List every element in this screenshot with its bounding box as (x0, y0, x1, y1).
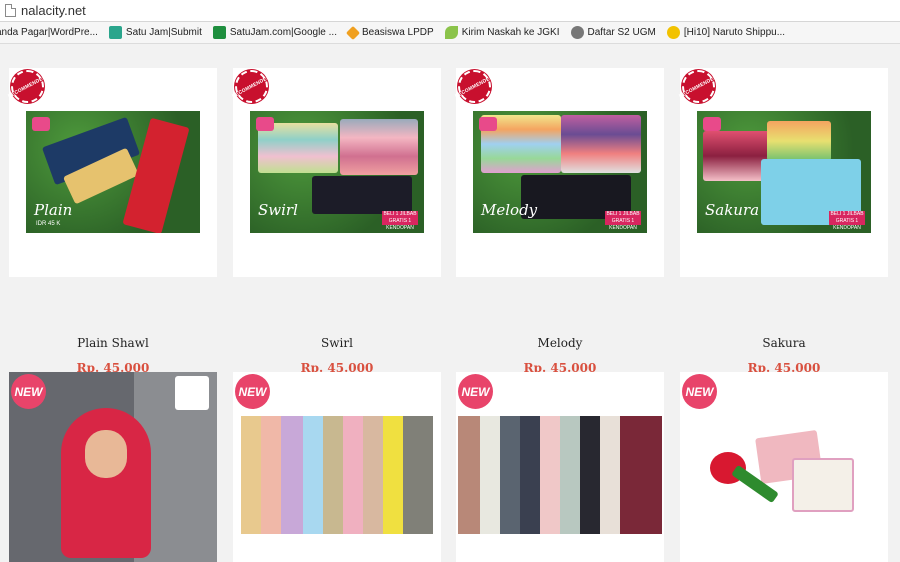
product-card-plain-shawl[interactable]: RECOMMENDED Plain IDR 45 K (7, 68, 217, 277)
photo-caption: Plain (34, 201, 73, 219)
new-badge: NEW (458, 374, 493, 409)
new-badge: NEW (235, 374, 270, 409)
leaf-icon (444, 26, 458, 39)
bookmarks-bar: anda Pagar|WordPre... Satu Jam|Submit Sa… (0, 22, 900, 44)
product-card-new-2[interactable]: NEW (233, 372, 441, 562)
address-bar[interactable]: nalacity.net (0, 0, 900, 22)
product-name[interactable]: Sakura (680, 336, 888, 350)
recommended-badge: RECOMMENDED (7, 70, 48, 103)
photo-caption: Melody (481, 201, 538, 219)
product-photo[interactable]: Melody BELI 1 JILBAB GRATIS 1 KENDOPAN (473, 111, 647, 233)
url-text[interactable]: nalacity.net (21, 3, 86, 18)
new-badge: NEW (682, 374, 717, 409)
recommended-badge: RECOMMENDED (454, 70, 495, 103)
product-photo[interactable]: Sakura BELI 1 JILBAB GRATIS 1 KENDOPAN (697, 111, 871, 233)
google-sheets-icon (212, 26, 226, 39)
photo-caption: Swirl (258, 201, 298, 219)
satujam-icon (108, 26, 122, 39)
bookmark-label: SatuJam.com|Google ... (229, 27, 337, 38)
bookmark-wordpress[interactable]: anda Pagar|WordPre... (0, 27, 98, 38)
product-photo[interactable]: Plain IDR 45 K (26, 111, 200, 233)
product-card-swirl[interactable]: RECOMMENDED Swirl BELI 1 JILBAB GRATIS 1… (231, 68, 441, 277)
photo-caption: Sakura (705, 201, 760, 219)
recommended-badge: RECOMMENDED (678, 70, 719, 103)
photo-banner: BELI 1 JILBAB GRATIS 1 KENDOPAN (382, 211, 418, 231)
photo-banner: BELI 1 JILBAB GRATIS 1 KENDOPAN (829, 211, 865, 231)
ugm-icon (570, 26, 584, 39)
page-icon (5, 4, 16, 17)
product-photo[interactable] (680, 416, 888, 534)
product-name[interactable]: Melody (456, 336, 664, 350)
product-name[interactable]: Swirl (233, 336, 441, 350)
bookmark-label: [Hi10] Naruto Shippu... (683, 27, 786, 38)
product-grid: RECOMMENDED Plain IDR 45 K RECOMMENDED S… (0, 44, 900, 562)
product-photo[interactable]: Swirl BELI 1 JILBAB GRATIS 1 KENDOPAN (250, 111, 424, 233)
bookmark-satujam-google[interactable]: SatuJam.com|Google ... (212, 26, 337, 39)
bookmark-label: Kirim Naskah ke JGKI (461, 27, 560, 38)
bookmark-daftar-s2-ugm[interactable]: Daftar S2 UGM (570, 26, 656, 39)
product-card-new-1[interactable]: NEW (9, 372, 217, 562)
hi10-icon (666, 26, 680, 39)
product-card-new-3[interactable]: NEW (456, 372, 664, 562)
bookmark-label: Beasiswa LPDP (361, 27, 434, 38)
bookmark-satujam-submit[interactable]: Satu Jam|Submit (108, 26, 202, 39)
bookmark-beasiswa-lpdp[interactable]: Beasiswa LPDP (345, 25, 434, 40)
product-card-sakura[interactable]: RECOMMENDED Sakura BELI 1 JILBAB GRATIS … (678, 68, 888, 277)
bookmark-label: anda Pagar|WordPre... (0, 27, 98, 38)
new-badge: NEW (11, 374, 46, 409)
bookmark-kirim-naskah[interactable]: Kirim Naskah ke JGKI (444, 26, 560, 39)
product-photo[interactable] (456, 416, 664, 534)
bookmark-label: Satu Jam|Submit (125, 27, 202, 38)
photo-banner: BELI 1 JILBAB GRATIS 1 KENDOPAN (605, 211, 641, 231)
photo-price: IDR 45 K (36, 221, 61, 227)
lpdp-icon (345, 25, 361, 40)
recommended-badge: RECOMMENDED (231, 70, 272, 103)
product-card-melody[interactable]: RECOMMENDED Melody BELI 1 JILBAB GRATIS … (454, 68, 664, 277)
product-name[interactable]: Plain Shawl (9, 336, 217, 350)
bookmark-label: Daftar S2 UGM (587, 27, 656, 38)
product-card-new-4[interactable]: NEW (680, 372, 888, 562)
bookmark-hi10-naruto[interactable]: [Hi10] Naruto Shippu... (666, 26, 786, 39)
product-photo[interactable] (233, 416, 441, 534)
